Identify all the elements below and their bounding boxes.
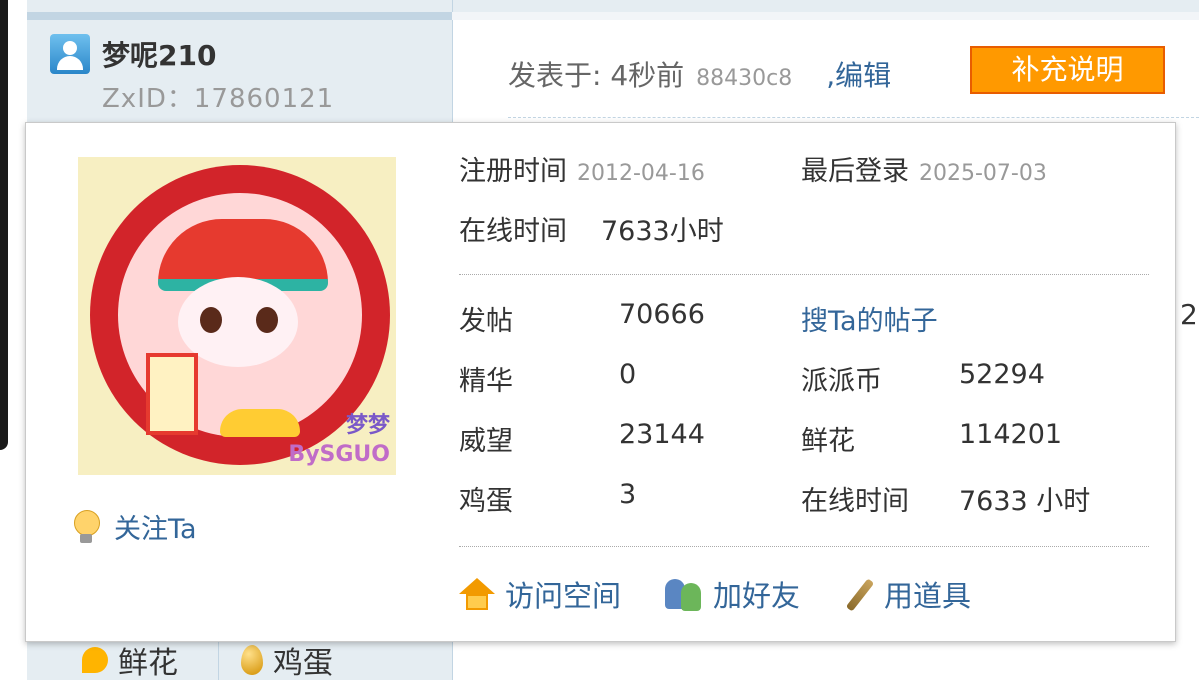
author-name-row: 梦呢210: [50, 34, 216, 74]
register-label: 注册时间: [459, 156, 567, 187]
stat-row: 精华 0 派派币 52294: [459, 345, 1159, 405]
register-time-row: 注册时间 2012-04-16: [459, 149, 705, 188]
avatar-sign: [146, 353, 198, 435]
online-value: 7633小时: [601, 216, 724, 247]
stat-value: 70666: [619, 299, 705, 330]
follow-link[interactable]: 关注Ta: [72, 507, 197, 546]
post-divider: [508, 117, 1199, 118]
bulb-icon: [72, 509, 100, 544]
user-icon[interactable]: [50, 34, 90, 74]
left-window-edge: [0, 0, 8, 450]
author-zxid: ZxID：17860121: [102, 84, 335, 114]
user-profile-card: 梦梦 BySGUO 关注Ta 注册时间 2012-04-16 最后登录 2025-0…: [25, 122, 1176, 642]
use-tool-link[interactable]: 用道具: [844, 573, 971, 615]
stat-row: 发帖 70666 搜Ta的帖子: [459, 285, 1159, 345]
avatar[interactable]: 梦梦 BySGUO: [78, 157, 396, 475]
posted-time: 发表于: 4秒前: [508, 59, 685, 92]
avatar-gold-ingot: [220, 409, 300, 437]
visit-space-label: 访问空间: [505, 579, 622, 613]
stat-value: 23144: [619, 419, 705, 450]
author-name[interactable]: 梦呢210: [102, 34, 216, 74]
stat-label: 鸡蛋: [459, 486, 513, 517]
stat-value: 7633 小时: [959, 486, 1091, 517]
stat-label: 鲜花: [801, 426, 855, 457]
avatar-tag-top: 梦梦: [345, 413, 390, 438]
post-hash: 88430c8: [696, 66, 793, 91]
wand-icon: [844, 577, 874, 611]
use-tool-label: 用道具: [884, 579, 972, 613]
stat-row: 鸡蛋 3 在线时间 7633 小时: [459, 465, 1159, 525]
avatar-tag-bottom: BySGUO: [288, 442, 390, 467]
stat-label: 精华: [459, 366, 513, 397]
last-login-value: 2025-07-03: [919, 161, 1047, 186]
stats-table: 发帖 70666 搜Ta的帖子 精华 0 派派币 52294 威望 23144 …: [459, 285, 1159, 525]
divider: [459, 274, 1149, 275]
follow-label: 关注Ta: [114, 514, 197, 545]
bottom-action-row: 鲜花 鸡蛋: [27, 640, 452, 681]
last-login-row: 最后登录 2025-07-03: [801, 149, 1047, 188]
add-friend-label: 加好友: [713, 579, 801, 613]
supplement-button[interactable]: 补充说明: [970, 46, 1165, 94]
register-value: 2012-04-16: [577, 161, 705, 186]
home-icon: [459, 578, 495, 610]
flower-icon: [82, 647, 108, 673]
stat-value: 52294: [959, 359, 1045, 390]
egg-label: 鸡蛋: [273, 646, 333, 681]
add-friend-link[interactable]: 加好友: [665, 573, 800, 615]
author-header-bar: [27, 12, 452, 20]
stat-value: 0: [619, 359, 637, 390]
divider: [459, 546, 1149, 547]
egg-icon: [241, 645, 263, 675]
stat-label: 发帖: [459, 306, 513, 337]
stat-label: 威望: [459, 426, 513, 457]
flower-button[interactable]: 鲜花: [27, 640, 178, 681]
egg-button[interactable]: 鸡蛋: [218, 640, 333, 681]
post-header-bar: [452, 12, 1199, 20]
stat-label: 派派币: [801, 366, 882, 397]
flower-label: 鲜花: [118, 646, 178, 681]
avatar-eye-right: [256, 307, 278, 333]
last-login-label: 最后登录: [801, 156, 909, 187]
search-posts-link[interactable]: 搜Ta的帖子: [801, 299, 938, 338]
stat-value: 114201: [959, 419, 1063, 450]
visit-space-link[interactable]: 访问空间: [459, 573, 621, 615]
truncated-text: 2: [1180, 298, 1198, 331]
avatar-eye-left: [200, 307, 222, 333]
edit-link[interactable]: ,编辑: [826, 54, 891, 94]
card-actions: 访问空间 加好友 用道具: [459, 573, 1015, 615]
post-meta: 发表于: 4秒前 88430c8 ,编辑: [508, 54, 891, 94]
online-label: 在线时间: [459, 216, 567, 247]
stat-label: 在线时间: [801, 486, 909, 517]
add-friend-icon: [665, 577, 703, 611]
online-time-row: 在线时间 7633小时: [459, 209, 724, 248]
stat-value: 3: [619, 479, 637, 510]
stat-row: 威望 23144 鲜花 114201: [459, 405, 1159, 465]
